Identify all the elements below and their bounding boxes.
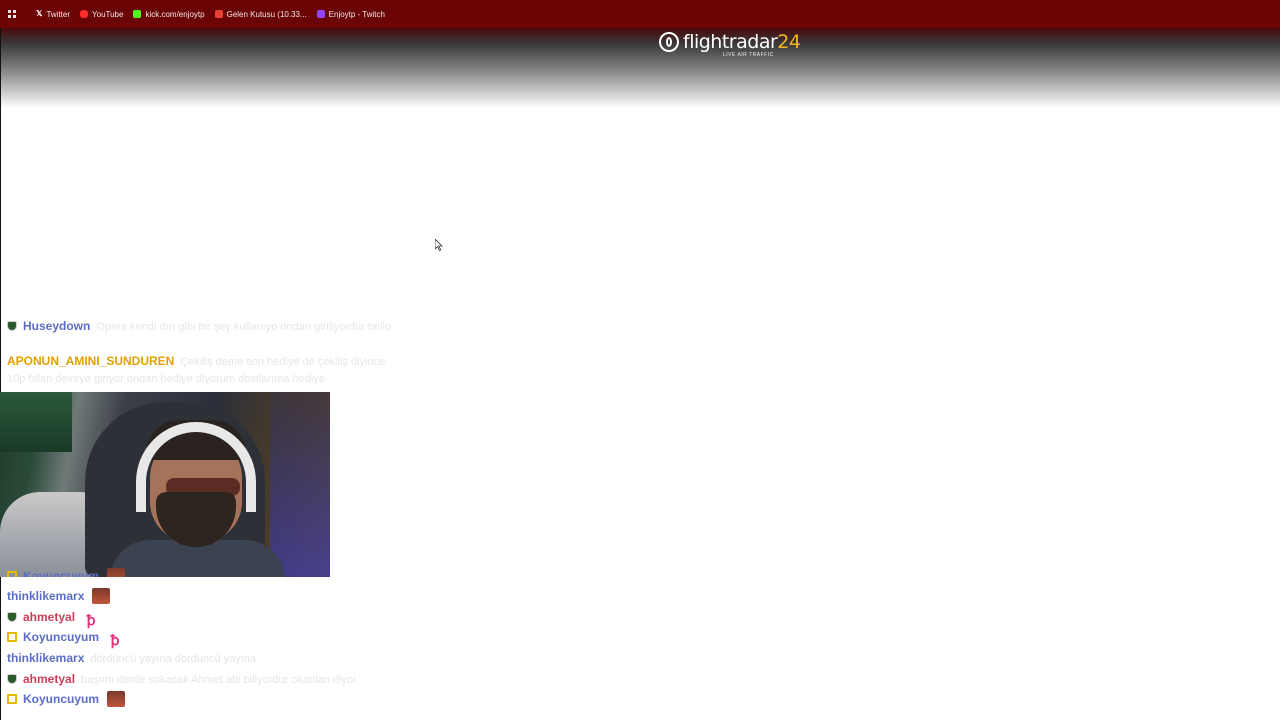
bookmark-label: YouTube: [92, 9, 124, 19]
site-header: [0, 28, 1280, 108]
bookmark-label: Gelen Kutusu (10.33...: [226, 9, 307, 19]
bookmark-youtube[interactable]: YouTube: [80, 10, 123, 19]
subscriber-badge-icon: [7, 694, 17, 704]
chat-username[interactable]: Koyuncuyum: [23, 630, 99, 644]
twitch-icon: [316, 10, 325, 18]
subscriber-badge-icon: [7, 571, 17, 577]
chat-message: Huseydown Opera kendi dırı gibi bir şey k…: [7, 318, 392, 335]
gmail-icon: [214, 10, 223, 18]
webcam-feed: [0, 392, 330, 577]
chat-message: Koyuncuyum: [7, 691, 392, 707]
moderator-badge-icon: [7, 321, 17, 331]
bookmark-label: Twitter: [46, 9, 71, 19]
chat-text: başımı derde sokacak Ahmet abi biliyordu…: [81, 674, 357, 686]
chat-username[interactable]: Koyuncuyum: [23, 692, 99, 706]
chat-message: thinklikemarx: [7, 588, 392, 604]
bookmark-twitter[interactable]: 𝕏 Twitter: [36, 10, 70, 19]
flightradar-logo[interactable]: flightradar24 LIVE AIR TRAFFIC: [659, 31, 801, 58]
chat-message: ahmetyal başımı derde sokacak Ahmet abi b…: [7, 671, 392, 688]
chat-username[interactable]: ahmetyal: [23, 610, 75, 624]
chat-message: ahmetyal ꝥ: [7, 609, 392, 628]
chat-username[interactable]: Huseydown: [23, 319, 90, 333]
chat-message: APONUN_AMINI_SUNDUREN Çekiliş deme son he…: [7, 353, 392, 387]
window-edge: [0, 28, 1, 720]
bookmark-gmail[interactable]: Gelen Kutusu (10.33...: [214, 9, 307, 19]
bookmark-label: Enjoytp - Twitch: [328, 9, 385, 19]
chat-username[interactable]: ahmetyal: [23, 672, 75, 686]
bookmark-kick[interactable]: kick.com/enjoytp: [133, 9, 205, 19]
moderator-badge-icon: [7, 612, 17, 622]
youtube-icon: [80, 10, 89, 18]
emote-icon: [107, 691, 126, 707]
kick-icon: [133, 10, 142, 18]
emote-icon: ꝥ: [86, 612, 96, 628]
chat-message: Koyuncuyum ꝥ: [7, 629, 392, 648]
chat-message: thinklikemarx dördüncü yayına dördüncü ya…: [7, 650, 392, 667]
apps-grid-icon[interactable]: [6, 8, 18, 20]
chat-message: Koyuncuyum: [7, 568, 392, 577]
subscriber-badge-icon: [7, 632, 17, 642]
chat-text: Opera kendi dırı gibi bir şey kullanıyo …: [96, 321, 392, 333]
bookmark-label: kick.com/enjoytp: [145, 9, 205, 19]
logo-tagline: LIVE AIR TRAFFIC: [723, 52, 774, 58]
x-icon: 𝕏: [36, 9, 43, 18]
emote-icon: [107, 568, 126, 577]
chat-username[interactable]: APONUN_AMINI_SUNDUREN: [7, 354, 174, 368]
emote-icon: [92, 588, 111, 604]
chat-username[interactable]: Koyuncuyum: [23, 569, 99, 577]
radar-icon: [659, 32, 679, 52]
chat-username[interactable]: thinklikemarx: [7, 589, 84, 603]
emote-icon: ꝥ: [110, 632, 120, 648]
chat-text: dördüncü yayına dördüncü yayına: [90, 653, 257, 665]
logo-text: flightradar24: [683, 31, 801, 53]
moderator-badge-icon: [7, 674, 17, 684]
bookmarks-bar: 𝕏 Twitter YouTube kick.com/enjoytp Gelen…: [0, 0, 1280, 28]
bookmark-twitch[interactable]: Enjoytp - Twitch: [316, 9, 385, 19]
chat-username[interactable]: thinklikemarx: [7, 651, 84, 665]
